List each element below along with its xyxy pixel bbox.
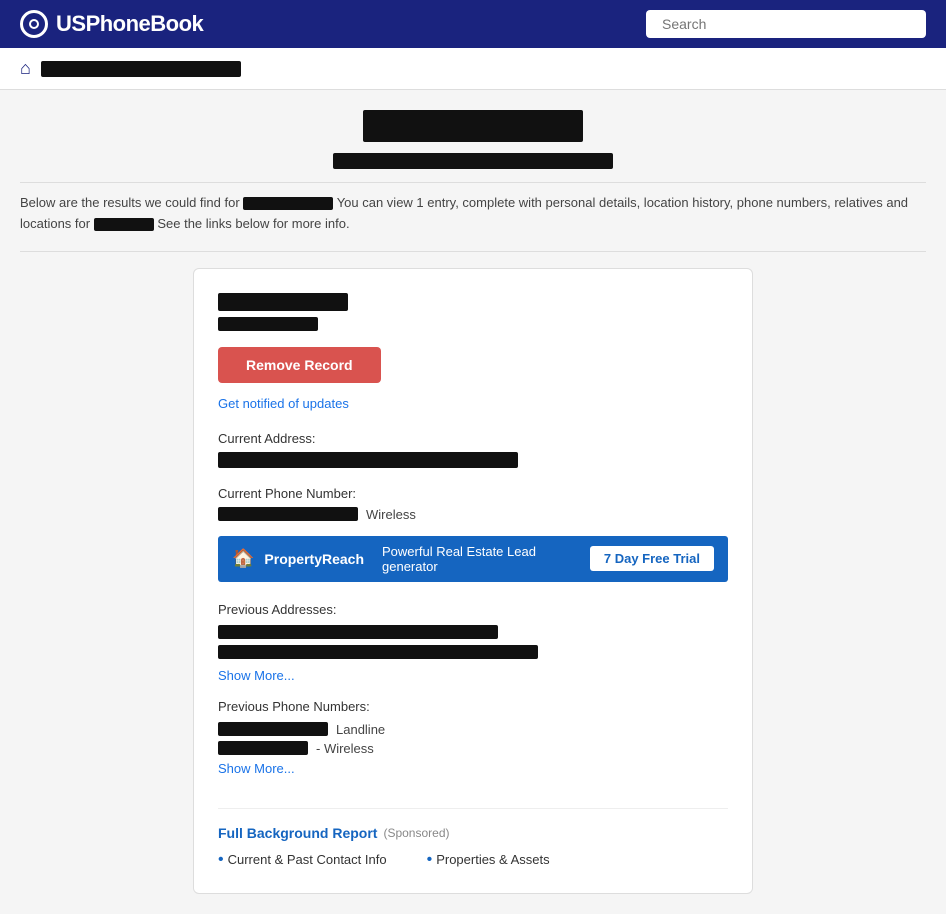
bg-col2-item: • Properties & Assets bbox=[427, 851, 550, 869]
bullet-icon-1: • bbox=[218, 851, 224, 869]
prev-phone-1-row: Landline bbox=[218, 722, 728, 737]
bg-col1-item: • Current & Past Contact Info bbox=[218, 851, 387, 869]
main-content: Below are the results we could find for … bbox=[0, 90, 946, 914]
prev-phone-1-redacted bbox=[218, 722, 328, 736]
prev-phone-2-row: - Wireless bbox=[218, 741, 728, 756]
previous-addresses-label: Previous Addresses: bbox=[218, 602, 728, 617]
home-icon[interactable]: ⌂ bbox=[20, 58, 31, 79]
prev-phone-1-type: Landline bbox=[336, 722, 385, 737]
logo-area: USPhoneBook bbox=[20, 10, 203, 38]
page-title-redacted bbox=[363, 110, 583, 142]
current-address-label: Current Address: bbox=[218, 431, 728, 446]
prev-address-1-redacted bbox=[218, 625, 498, 639]
nav-bar: ⌂ bbox=[0, 48, 946, 90]
property-reach-name: PropertyReach bbox=[264, 551, 364, 567]
search-bar[interactable] bbox=[646, 10, 926, 38]
current-phone-type: Wireless bbox=[366, 507, 416, 522]
search-input[interactable] bbox=[662, 16, 910, 32]
person-name-redacted bbox=[218, 293, 348, 311]
person-card: Remove Record Get notified of updates Cu… bbox=[193, 268, 753, 894]
header: USPhoneBook bbox=[0, 0, 946, 48]
prev-phone-2-type: - Wireless bbox=[316, 741, 374, 756]
divider-top bbox=[20, 251, 926, 252]
previous-phones-label: Previous Phone Numbers: bbox=[218, 699, 728, 714]
prev-address-2-redacted bbox=[218, 645, 538, 659]
property-reach-banner[interactable]: 🏠 PropertyReach Powerful Real Estate Lea… bbox=[218, 536, 728, 582]
card-divider bbox=[218, 808, 728, 809]
remove-record-button[interactable]: Remove Record bbox=[218, 347, 381, 383]
full-bg-label: Full Background Report bbox=[218, 825, 377, 841]
logo-text: USPhoneBook bbox=[56, 11, 203, 37]
show-more-phones-link[interactable]: Show More... bbox=[218, 761, 295, 776]
name-redacted-2 bbox=[94, 218, 154, 231]
current-phone-label: Current Phone Number: bbox=[218, 486, 728, 501]
sponsored-label: (Sponsored) bbox=[383, 826, 449, 840]
show-more-addresses-link[interactable]: Show More... bbox=[218, 668, 295, 683]
bullet-icon-2: • bbox=[427, 851, 433, 869]
current-phone-redacted bbox=[218, 507, 358, 521]
breadcrumb-redacted bbox=[41, 61, 241, 77]
property-reach-trial-button[interactable]: 7 Day Free Trial bbox=[590, 546, 714, 571]
prev-phone-2-redacted bbox=[218, 741, 308, 755]
property-reach-icon: 🏠 bbox=[232, 548, 254, 569]
page-title-area bbox=[20, 110, 926, 183]
results-text: Below are the results we could find for … bbox=[20, 193, 926, 235]
page-subtitle-redacted bbox=[333, 153, 613, 169]
logo-icon bbox=[20, 10, 48, 38]
current-address-redacted bbox=[218, 452, 518, 468]
property-reach-desc: Powerful Real Estate Lead generator bbox=[382, 544, 580, 574]
get-notified-link[interactable]: Get notified of updates bbox=[218, 396, 349, 411]
name-redacted-1 bbox=[243, 197, 333, 210]
person-detail-redacted bbox=[218, 317, 318, 331]
current-phone-row: Wireless bbox=[218, 507, 728, 522]
full-bg-row: Full Background Report (Sponsored) bbox=[218, 825, 728, 841]
bg-columns: • Current & Past Contact Info • Properti… bbox=[218, 851, 728, 869]
